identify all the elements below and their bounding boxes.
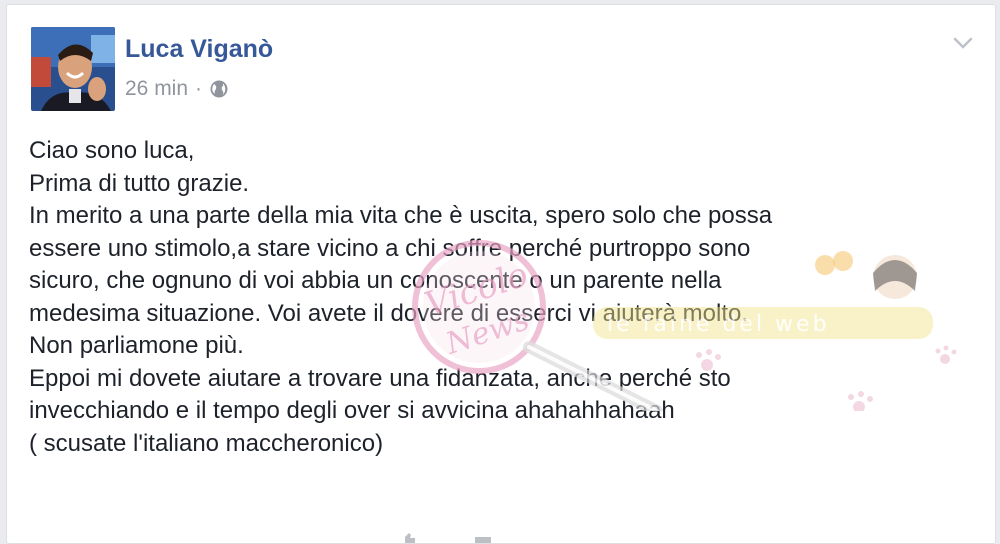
post-time[interactable]: 26 min <box>125 77 188 101</box>
post-text-line: In merito a una parte della mia vita che… <box>29 202 773 229</box>
feed-post: Luca Viganò 26 min · Ciao sono luca, Pri… <box>6 4 996 544</box>
avatar-photo <box>31 27 115 111</box>
post-text-line: Ciao sono luca, <box>29 137 195 164</box>
post-text-line: Eppoi mi dovete aiutare a trovare una fi… <box>29 364 731 392</box>
post-text-line: invecchiando e il tempo degli over si av… <box>29 397 675 424</box>
action-bar-partial <box>405 533 491 543</box>
post-meta: 26 min · <box>125 77 229 101</box>
post-text-line: sicuro, che ognuno di voi abbia un conos… <box>29 267 722 294</box>
post-text-line: medesima situazione. Voi avete il dovere… <box>29 299 749 327</box>
meta-separator: · <box>195 77 203 100</box>
post-text-line: essere uno stimolo,a stare vicino a chi … <box>29 234 751 262</box>
post-text-line: Non parliamone più. <box>29 332 244 359</box>
post-body: Ciao sono luca, Prima di tutto grazie. I… <box>29 135 969 460</box>
post-text-line: Prima di tutto grazie. <box>29 169 250 197</box>
post-text-line: ( scusate l'italiano maccheronico) <box>29 429 384 457</box>
author-name[interactable]: Luca Viganò <box>125 35 273 64</box>
globe-icon[interactable] <box>209 79 229 99</box>
avatar[interactable] <box>31 27 115 111</box>
chevron-down-icon[interactable] <box>951 33 975 53</box>
